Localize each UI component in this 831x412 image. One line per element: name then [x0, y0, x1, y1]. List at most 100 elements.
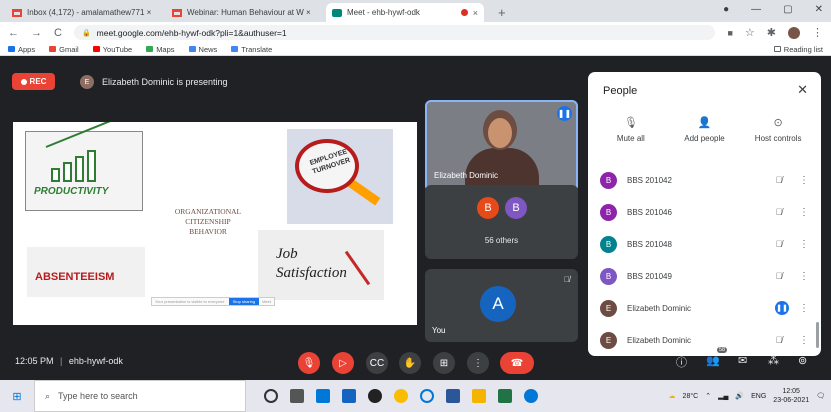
mic-off-icon: 🎙̸	[775, 175, 783, 185]
more-options-icon[interactable]: ⋮	[799, 271, 809, 282]
more-options-icon[interactable]: ⋮	[799, 335, 809, 346]
menu-icon[interactable]: ⋮	[812, 26, 823, 39]
bookmark-maps[interactable]: Maps	[146, 45, 175, 54]
leave-call-button[interactable]: ☎	[500, 352, 534, 374]
bookmark-youtube[interactable]: YouTube	[92, 45, 132, 54]
add-people-button[interactable]: 👤 Add people	[671, 116, 737, 143]
reading-list-icon	[773, 46, 781, 52]
windows-start-icon[interactable]: ⊞	[0, 390, 34, 403]
language-indicator[interactable]: ENG	[751, 393, 766, 400]
self-tile[interactable]: 🎙̸ A You	[425, 269, 578, 342]
star-icon[interactable]: ☆	[745, 26, 755, 39]
window-controls: ● — ▢ ✕	[723, 4, 823, 15]
tab-gmail[interactable]: Inbox (4,172) - amalamathew771 ×	[6, 3, 164, 22]
avatar: B	[600, 235, 617, 253]
host-controls-icon[interactable]: ⊚	[798, 354, 807, 367]
taskbar-search[interactable]: ⌕ Type here to search	[34, 380, 246, 412]
close-icon[interactable]: ✕	[797, 82, 808, 98]
volume-icon[interactable]: 🔊	[735, 392, 744, 400]
people-icon[interactable]: 👥	[706, 354, 720, 367]
weather-temp[interactable]: 28°C	[683, 393, 699, 400]
word-icon[interactable]	[446, 389, 460, 403]
mic-off-icon: 🎙̸	[564, 275, 570, 284]
others-tile[interactable]: B B 56 others	[425, 185, 578, 259]
back-icon[interactable]: ←	[8, 27, 19, 39]
meeting-time: 12:05 PM	[15, 356, 54, 366]
participant-name: BBS 201048	[627, 239, 672, 249]
bookmark-translate[interactable]: Translate	[231, 45, 272, 54]
extensions-icon[interactable]: ✱	[767, 26, 776, 39]
chevron-up-icon[interactable]: ⌃	[705, 392, 711, 400]
stop-sharing-button[interactable]: Stop sharing	[228, 298, 260, 305]
absenteeism-label: ABSENTEEISM	[35, 271, 115, 283]
others-count: 56 others	[484, 236, 519, 245]
productivity-label: PRODUCTIVITY	[34, 186, 109, 197]
speaking-icon: ❚❚	[775, 301, 789, 315]
present-button[interactable]: ⊞	[433, 352, 455, 374]
list-item[interactable]: B BBS 201042 🎙̸ ⋮	[588, 164, 821, 196]
clock[interactable]: 12:05 23-06-2021	[773, 387, 809, 405]
store-icon[interactable]	[316, 389, 330, 403]
tab-webinar[interactable]: Webinar: Human Behaviour at W ×	[166, 3, 324, 22]
more-options-icon[interactable]: ⋮	[799, 175, 809, 186]
reload-icon[interactable]: C	[54, 27, 62, 39]
more-options-icon[interactable]: ⋮	[799, 303, 809, 314]
mail-icon[interactable]	[342, 389, 356, 403]
scrollbar[interactable]	[816, 322, 819, 348]
url-text: meet.google.com/ehb-hywf-odk?pli=1&authu…	[96, 27, 287, 38]
list-item[interactable]: B BBS 201049 🎙̸ ⋮	[588, 260, 821, 292]
task-view-icon[interactable]	[264, 389, 278, 403]
widgets-icon[interactable]	[290, 389, 304, 403]
settings-icon[interactable]	[524, 389, 538, 403]
info-icon[interactable]: ⓘ	[676, 354, 687, 370]
profile-icon[interactable]: ●	[723, 4, 729, 15]
tab-meet[interactable]: Meet - ehb-hywf-odk ×	[326, 3, 484, 22]
close-window-button[interactable]: ✕	[815, 4, 823, 15]
turnover-image: EMPLOYEE TURNOVER	[287, 129, 393, 224]
cortana-icon[interactable]	[420, 389, 434, 403]
excel-icon[interactable]	[498, 389, 512, 403]
avatar[interactable]	[788, 26, 800, 39]
list-item[interactable]: B BBS 201046 🎙̸ ⋮	[588, 196, 821, 228]
speaker-tile[interactable]: ❚❚ Elizabeth Dominic	[425, 100, 578, 192]
more-options-icon[interactable]: ⋮	[799, 207, 809, 218]
chat-icon[interactable]: ✉	[738, 354, 747, 367]
explorer-icon[interactable]	[472, 389, 486, 403]
network-icon[interactable]: ▂▄	[718, 392, 728, 400]
reading-list[interactable]: Reading list	[773, 45, 823, 54]
host-controls-button[interactable]: ⊙ Host controls	[745, 116, 811, 143]
present-icon: ⊞	[439, 357, 449, 369]
mic-off-icon: 🎙̸	[775, 335, 783, 345]
bookmark-news[interactable]: News	[188, 45, 217, 54]
camera-toggle-button[interactable]: ▷	[332, 352, 354, 374]
more-options-icon[interactable]: ⋮	[799, 239, 809, 250]
forward-icon[interactable]: →	[31, 27, 42, 39]
maximize-button[interactable]: ▢	[783, 4, 792, 15]
gmail-icon	[12, 8, 22, 17]
clock-date: 23-06-2021	[773, 397, 810, 404]
mic-toggle-button[interactable]: 🎙	[298, 352, 320, 374]
list-item[interactable]: B BBS 201048 🎙̸ ⋮	[588, 228, 821, 260]
mute-all-button[interactable]: 🎙 Mute all	[598, 116, 664, 143]
camera-icon[interactable]: ■	[727, 28, 732, 38]
url-input[interactable]: 🔒 meet.google.com/ehb-hywf-odk?pli=1&aut…	[73, 25, 716, 40]
new-tab-button[interactable]: +	[498, 5, 506, 20]
close-tab-icon[interactable]: ×	[473, 8, 478, 18]
activities-icon[interactable]: ⁂	[768, 354, 779, 367]
more-options-button[interactable]: ⋮	[467, 352, 489, 374]
presenting-banner: E Elizabeth Dominic is presenting	[80, 75, 228, 89]
notifications-icon[interactable]: 🗨	[816, 392, 825, 400]
avatar: B	[477, 197, 499, 219]
weather-icon[interactable]: ☁	[669, 392, 676, 400]
chrome-icon[interactable]	[394, 389, 408, 403]
avatar: B	[600, 171, 617, 189]
bookmark-gmail[interactable]: Gmail	[49, 45, 79, 54]
list-item[interactable]: E Elizabeth Dominic ❚❚ ⋮	[588, 292, 821, 324]
edge-icon[interactable]	[368, 389, 382, 403]
minimize-button[interactable]: —	[751, 4, 761, 15]
raise-hand-button[interactable]: ✋	[399, 352, 421, 374]
captions-button[interactable]: CC	[366, 352, 388, 374]
participant-count-badge: 58	[717, 347, 728, 353]
bookmark-apps[interactable]: Apps	[8, 45, 35, 54]
youtube-icon	[92, 46, 100, 52]
